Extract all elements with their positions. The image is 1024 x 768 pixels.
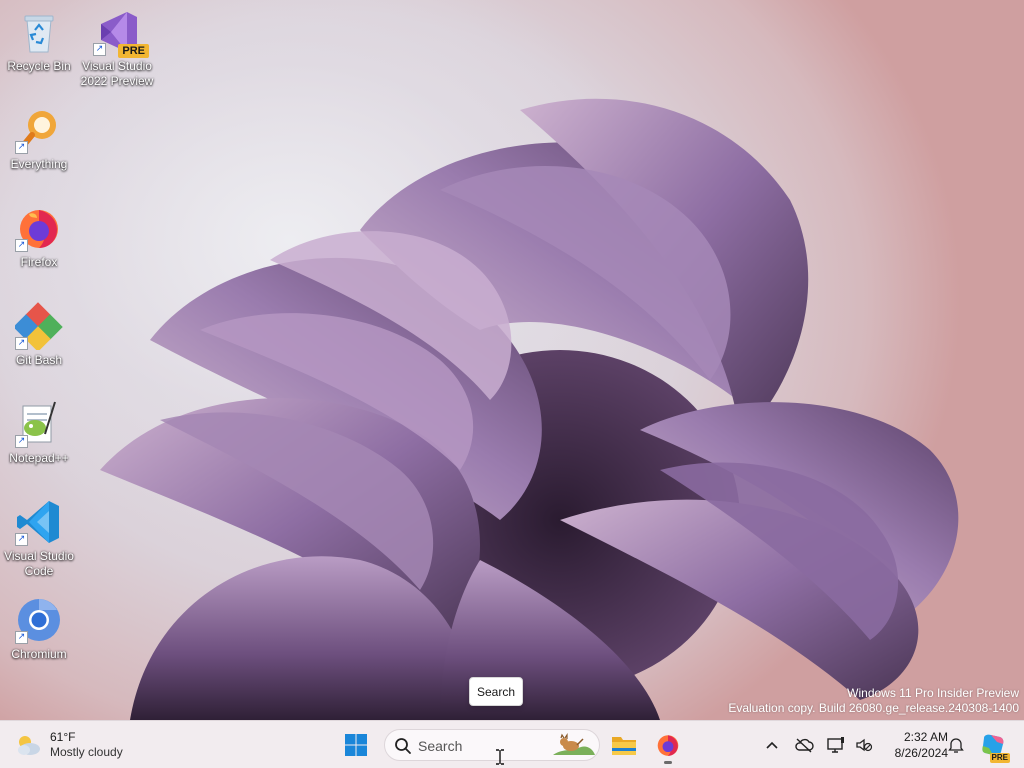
desktop-icon-vscode[interactable]: ↗ Visual Studio Code <box>0 498 78 579</box>
shortcut-arrow-icon: ↗ <box>15 141 28 154</box>
clock-date: 8/26/2024 <box>894 746 948 760</box>
text-cursor-icon <box>496 749 504 765</box>
taskbar-firefox[interactable] <box>648 725 688 765</box>
desktop-icon-visual-studio-preview[interactable]: ↗ PRE Visual Studio 2022 Preview <box>78 8 156 89</box>
copilot-preview-badge: PRE <box>989 753 1010 763</box>
firefox-icon: ↗ <box>15 204 63 252</box>
everything-search-icon: ↗ <box>15 106 63 154</box>
network-icon <box>827 737 844 753</box>
search-icon <box>395 738 411 754</box>
desktop-icon-firefox[interactable]: ↗ Firefox <box>0 204 78 270</box>
running-indicator <box>664 761 672 764</box>
watermark-line-2: Evaluation copy. Build 26080.ge_release.… <box>728 701 1019 715</box>
vscode-icon: ↗ <box>15 498 63 546</box>
desktop-icon-chromium[interactable]: ↗ Chromium <box>0 596 78 662</box>
shortcut-arrow-icon: ↗ <box>15 631 28 644</box>
firefox-icon <box>657 735 679 756</box>
taskbar: 61°F Mostly cloudy Search 2:32 AM 8/26/2… <box>0 720 1024 768</box>
desktop-icon-recycle-bin[interactable]: Recycle Bin <box>0 8 78 74</box>
search-highlight-icon <box>553 733 595 755</box>
notifications-button[interactable] <box>944 733 968 757</box>
weather-condition: Mostly cloudy <box>50 745 123 759</box>
desktop-icon-label: Recycle Bin <box>7 59 71 73</box>
desktop-icon-git-bash[interactable]: ↗ Git Bash <box>0 302 78 368</box>
tray-volume[interactable] <box>852 733 876 757</box>
folder-icon <box>612 737 636 755</box>
desktop-icon-label: Firefox <box>20 255 58 269</box>
desktop-icon-label: Visual Studio Code <box>4 549 74 578</box>
desktop-icon-label: Everything <box>10 157 68 171</box>
taskbar-search-box[interactable]: Search <box>384 729 600 761</box>
show-hidden-icons-button[interactable] <box>760 733 784 757</box>
bell-icon <box>948 738 964 753</box>
wallpaper-bloom <box>100 98 959 720</box>
desktop: Recycle Bin ↗ PRE Visual Studio 2022 Pre… <box>0 0 1024 720</box>
copilot-button[interactable]: PRE <box>978 731 1010 763</box>
taskbar-file-explorer[interactable] <box>604 725 644 765</box>
recycle-bin-icon <box>15 8 63 56</box>
weather-temperature: 61°F <box>50 730 76 744</box>
shortcut-arrow-icon: ↗ <box>15 239 28 252</box>
desktop-icon-label: Git Bash <box>15 353 63 367</box>
system-clock[interactable]: 2:32 AM 8/26/2024 <box>878 729 948 761</box>
shortcut-arrow-icon: ↗ <box>93 43 106 56</box>
desktop-icon-label: Notepad++ <box>9 451 69 465</box>
preview-badge: PRE <box>118 44 149 58</box>
chevron-up-icon <box>766 741 778 749</box>
shortcut-arrow-icon: ↗ <box>15 533 28 546</box>
watermark-line-1: Windows 11 Pro Insider Preview <box>847 686 1019 700</box>
start-button[interactable] <box>336 725 376 765</box>
git-bash-icon: ↗ <box>15 302 63 350</box>
desktop-icon-everything[interactable]: ↗ Everything <box>0 106 78 172</box>
desktop-icon-label: Chromium <box>11 647 67 661</box>
chromium-icon: ↗ <box>15 596 63 644</box>
clock-time: 2:32 AM <box>903 730 948 744</box>
windows-start-icon <box>345 734 367 756</box>
search-placeholder: Search <box>418 738 463 754</box>
weather-widget[interactable]: 61°F Mostly cloudy <box>14 727 144 763</box>
notepad-plus-plus-icon: ↗ <box>15 400 63 448</box>
desktop-icon-notepad-plus-plus[interactable]: ↗ Notepad++ <box>0 400 78 466</box>
tray-onedrive[interactable] <box>792 733 816 757</box>
shortcut-arrow-icon: ↗ <box>15 435 28 448</box>
cloud-offline-icon <box>795 738 814 753</box>
shortcut-arrow-icon: ↗ <box>15 337 28 350</box>
search-tooltip: Search <box>469 677 523 706</box>
tray-network[interactable] <box>824 733 848 757</box>
evaluation-watermark: Windows 11 Pro Insider Preview Evaluatio… <box>728 686 1019 716</box>
partly-cloudy-icon <box>18 736 40 755</box>
desktop-icon-label: Visual Studio 2022 Preview <box>80 59 154 88</box>
visual-studio-preview-icon: ↗ PRE <box>93 8 149 58</box>
speaker-muted-icon <box>856 738 873 752</box>
